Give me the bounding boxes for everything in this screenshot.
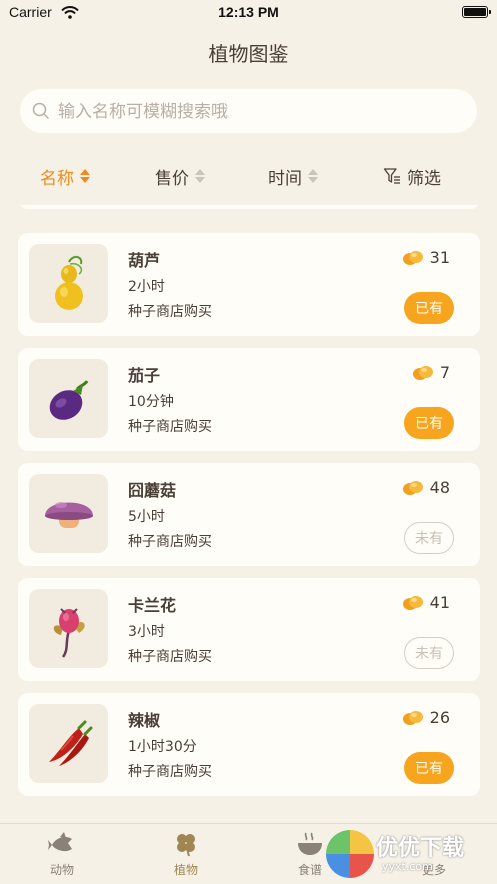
- fish-icon: [48, 832, 72, 852]
- bells-icon: [412, 365, 433, 380]
- sort-name-label: 名称: [40, 168, 74, 189]
- plant-grow-time: 3小时: [128, 624, 165, 640]
- price-value: 41: [429, 593, 450, 612]
- plant-grow-time: 5小时: [128, 509, 165, 525]
- plant-thumbnail: [29, 704, 108, 783]
- bells-icon: [402, 480, 423, 495]
- bells-icon: [402, 595, 423, 610]
- watermark: 优优下载 yyxt.com: [322, 826, 497, 883]
- plant-grow-time: 2小时: [128, 279, 165, 295]
- sort-price-label: 售价: [155, 168, 189, 189]
- eggplant-icon: [49, 379, 88, 420]
- status-badge[interactable]: 未有: [404, 522, 454, 554]
- status-bar: Carrier 12:13 PM: [0, 0, 497, 26]
- sort-arrows-icon: [80, 169, 90, 183]
- filter-label: 筛选: [407, 168, 441, 189]
- plant-source: 种子商店购买: [128, 304, 212, 320]
- plant-thumbnail: [29, 244, 108, 323]
- watermark-logo-icon: [326, 830, 374, 878]
- list-item-partial: [18, 205, 480, 209]
- status-badge[interactable]: 已有: [404, 407, 454, 439]
- status-badge[interactable]: 已有: [404, 292, 454, 324]
- plant-name: 葫芦: [128, 251, 161, 270]
- search-input[interactable]: [56, 89, 460, 135]
- plant-grow-time: 1小时30分: [128, 739, 197, 755]
- sort-bar: 名称 售价 时间 筛选: [0, 160, 497, 192]
- chili-icon: [48, 720, 92, 766]
- plant-source: 种子商店购买: [128, 649, 212, 665]
- battery-icon: [462, 6, 491, 18]
- status-badge[interactable]: 未有: [404, 637, 454, 669]
- price-value: 48: [429, 478, 450, 497]
- plant-thumbnail: [29, 359, 108, 438]
- list-item[interactable]: 卡兰花 3小时 种子商店购买 41 未有: [18, 578, 480, 681]
- plant-grow-time: 10分钟: [128, 394, 174, 410]
- status-time: 12:13 PM: [218, 4, 279, 20]
- page-title: 植物图鉴: [208, 42, 289, 66]
- price: 41: [402, 593, 450, 612]
- list-item[interactable]: 茄子 10分钟 种子商店购买 7 已有: [18, 348, 480, 451]
- sort-time-label: 时间: [268, 168, 302, 189]
- sort-arrows-icon: [308, 169, 318, 183]
- plant-name: 囧蘑菇: [128, 481, 177, 500]
- price-value: 31: [429, 248, 450, 267]
- plant-name: 辣椒: [128, 711, 161, 730]
- tab-label: 动物: [49, 863, 74, 877]
- plant-source: 种子商店购买: [128, 419, 212, 435]
- price-value: 7: [439, 363, 450, 382]
- plant-list[interactable]: 葫芦 2小时 种子商店购买 31 已有 茄子 10分钟 种子商店购买 7 已有 …: [0, 205, 497, 822]
- tab-plants[interactable]: 植物: [136, 824, 236, 884]
- filter-button[interactable]: 筛选: [383, 160, 441, 192]
- price-value: 26: [429, 708, 450, 727]
- plant-source: 种子商店购买: [128, 764, 212, 780]
- search-icon: [32, 102, 49, 119]
- list-item[interactable]: 辣椒 1小时30分 种子商店购买 26 已有: [18, 693, 480, 796]
- price: 31: [402, 248, 450, 267]
- price: 7: [412, 363, 450, 382]
- plant-source: 种子商店购买: [128, 534, 212, 550]
- sort-by-time[interactable]: 时间: [268, 160, 318, 192]
- list-item[interactable]: 囧蘑菇 5小时 种子商店购买 48 未有: [18, 463, 480, 566]
- sort-by-name[interactable]: 名称: [40, 160, 90, 192]
- sort-arrows-icon: [195, 169, 205, 183]
- watermark-text: 优优下载: [376, 836, 465, 861]
- clover-icon: [177, 834, 195, 857]
- bells-icon: [402, 710, 423, 725]
- plant-name: 卡兰花: [128, 596, 177, 615]
- watermark-url: yyxt.com: [382, 860, 433, 873]
- tab-label: 植物: [173, 863, 198, 877]
- sort-by-price[interactable]: 售价: [155, 160, 205, 192]
- plant-name: 茄子: [128, 366, 161, 385]
- status-badge[interactable]: 已有: [404, 752, 454, 784]
- filter-icon: [383, 168, 400, 184]
- bowl-icon: [298, 832, 322, 855]
- mushroom-icon: [44, 501, 93, 528]
- price: 26: [402, 708, 450, 727]
- plant-thumbnail: [29, 474, 108, 553]
- tab-animals[interactable]: 动物: [12, 824, 112, 884]
- search-bar[interactable]: [20, 89, 477, 135]
- flower-icon: [53, 607, 85, 658]
- plant-thumbnail: [29, 589, 108, 668]
- bells-icon: [402, 250, 423, 265]
- list-item[interactable]: 葫芦 2小时 种子商店购买 31 已有: [18, 233, 480, 336]
- gourd-icon: [54, 255, 83, 310]
- price: 48: [402, 478, 450, 497]
